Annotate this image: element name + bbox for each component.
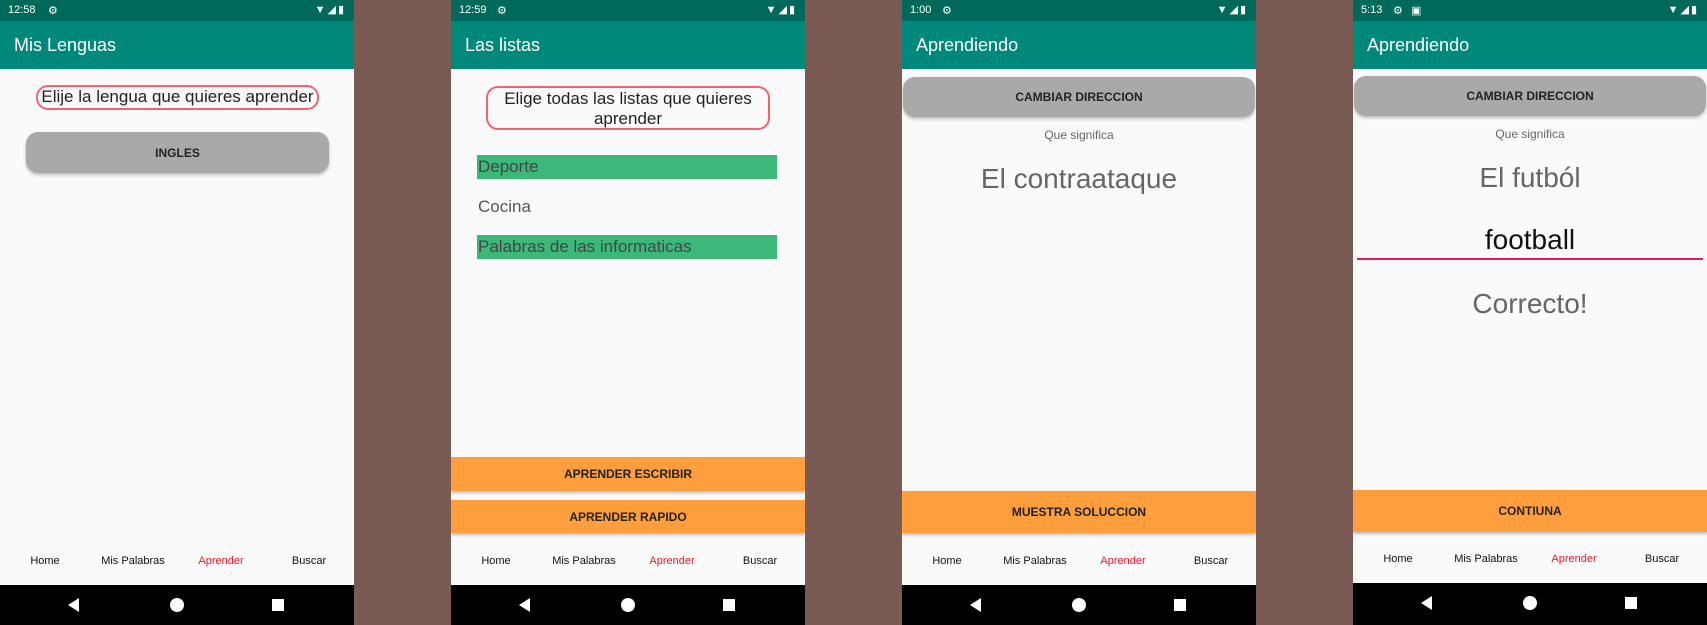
result-text: Correcto! <box>1472 288 1588 319</box>
battery-icon: ▮ <box>1690 4 1699 16</box>
wifi-icon: ▼ <box>765 4 779 16</box>
status-time: 12:58 <box>8 4 36 16</box>
bottom-nav: Home Mis Palabras Aprender Buscar <box>1353 541 1707 583</box>
nav-aprender[interactable]: Aprender <box>177 555 265 567</box>
list-item-deporte[interactable]: Deporte <box>477 155 777 179</box>
cambiar-direccion-button[interactable]: CAMBIAR DIRECCION <box>903 77 1255 117</box>
home-icon[interactable] <box>1523 596 1537 610</box>
nav-aprender[interactable]: Aprender <box>1079 555 1167 567</box>
nav-home[interactable]: Home <box>1 555 89 567</box>
status-bar: 1:00 ⚙ ▼◢▮ <box>902 0 1256 21</box>
language-button-ingles[interactable]: INGLES <box>26 132 329 173</box>
app-bar-title: Las listas <box>465 35 541 55</box>
status-icons: ▼◢▮ <box>1668 3 1699 16</box>
home-icon[interactable] <box>1072 598 1086 612</box>
battery-icon: ▮ <box>788 4 797 16</box>
word-to-translate: El futból <box>1479 162 1581 193</box>
signal-icon: ◢ <box>1680 4 1691 16</box>
signal-icon: ◢ <box>778 4 789 16</box>
nav-mis-palabras[interactable]: Mis Palabras <box>1442 553 1530 565</box>
language-prompt: Elije la lengua que quieres aprender <box>36 85 319 110</box>
bottom-nav: Home Mis Palabras Aprender Buscar <box>0 543 354 585</box>
app-bar-title: Mis Lenguas <box>14 35 117 55</box>
list-item-informaticas[interactable]: Palabras de las informaticas <box>477 235 777 259</box>
word-to-translate: El contraataque <box>980 163 1178 194</box>
muestra-solucion-button[interactable]: MUESTRA SOLUCCION <box>902 491 1256 533</box>
settings-gear-icon: ⚙ <box>942 5 952 17</box>
nav-buscar[interactable]: Buscar <box>1618 553 1706 565</box>
battery-icon: ▮ <box>1239 4 1248 16</box>
question-label: Que significa <box>1044 128 1114 142</box>
status-icons: ▼◢▮ <box>766 3 797 16</box>
recents-icon[interactable] <box>1625 597 1637 609</box>
wifi-icon: ▼ <box>1216 4 1230 16</box>
home-icon[interactable] <box>621 598 635 612</box>
nav-buscar[interactable]: Buscar <box>1167 555 1255 567</box>
nav-home[interactable]: Home <box>1354 553 1442 565</box>
status-bar: 12:59 ⚙ ▼◢▮ <box>451 0 805 21</box>
continua-button[interactable]: CONTIUNA <box>1353 490 1707 532</box>
app-bar-title: Aprendiendo <box>1367 35 1470 55</box>
settings-gear-icon: ⚙ <box>48 5 58 17</box>
recents-icon[interactable] <box>272 599 284 611</box>
wifi-icon: ▼ <box>1667 4 1681 16</box>
phone-screen-lists: 12:59 ⚙ ▼◢▮ Las listas Elige todas las l… <box>451 0 805 625</box>
battery-icon: ▮ <box>337 4 346 16</box>
answer-input[interactable] <box>1357 222 1703 260</box>
app-bar: Aprendiendo <box>902 21 1256 69</box>
back-icon[interactable] <box>1421 596 1432 610</box>
app-bar: Mis Lenguas <box>0 21 354 69</box>
system-nav-bar <box>451 585 805 625</box>
back-icon[interactable] <box>970 598 981 612</box>
back-icon[interactable] <box>68 598 79 612</box>
status-bar: 5:13 ⚙ ▣ ▼◢▮ <box>1353 0 1707 21</box>
nav-mis-palabras[interactable]: Mis Palabras <box>540 555 628 567</box>
notification-icon: ▣ <box>1411 5 1422 17</box>
app-bar: Aprendiendo <box>1353 21 1707 69</box>
nav-buscar[interactable]: Buscar <box>265 555 353 567</box>
list-item-cocina[interactable]: Cocina <box>477 195 777 219</box>
aprender-rapido-button[interactable]: APRENDER RAPIDO <box>451 500 805 533</box>
lists-prompt: Elige todas las listas que quieres apren… <box>486 86 770 130</box>
status-time: 12:59 <box>459 4 487 16</box>
signal-icon: ◢ <box>1229 4 1240 16</box>
status-icons: ▼◢▮ <box>315 3 346 16</box>
nav-buscar[interactable]: Buscar <box>716 555 804 567</box>
nav-mis-palabras[interactable]: Mis Palabras <box>89 555 177 567</box>
bottom-nav: Home Mis Palabras Aprender Buscar <box>451 543 805 585</box>
nav-home[interactable]: Home <box>903 555 991 567</box>
nav-aprender[interactable]: Aprender <box>1530 553 1618 565</box>
home-icon[interactable] <box>170 598 184 612</box>
cambiar-direccion-button[interactable]: CAMBIAR DIRECCION <box>1354 76 1706 116</box>
app-bar: Las listas <box>451 21 805 69</box>
status-bar: 12:58 ⚙ ▼◢▮ <box>0 0 354 21</box>
recents-icon[interactable] <box>1174 599 1186 611</box>
bottom-nav: Home Mis Palabras Aprender Buscar <box>902 543 1256 585</box>
nav-home[interactable]: Home <box>452 555 540 567</box>
phone-screen-learning: 1:00 ⚙ ▼◢▮ Aprendiendo CAMBIAR DIRECCION… <box>902 0 1256 625</box>
recents-icon[interactable] <box>723 599 735 611</box>
aprender-escribir-button[interactable]: APRENDER ESCRIBIR <box>451 457 805 491</box>
system-nav-bar <box>1353 583 1707 625</box>
app-bar-title: Aprendiendo <box>916 35 1019 55</box>
status-time: 5:13 <box>1361 4 1383 16</box>
nav-aprender[interactable]: Aprender <box>628 555 716 567</box>
back-icon[interactable] <box>519 598 530 612</box>
settings-gear-icon: ⚙ <box>497 5 507 17</box>
signal-icon: ◢ <box>327 4 338 16</box>
phone-screen-correct-answer: 5:13 ⚙ ▣ ▼◢▮ Aprendiendo CAMBIAR DIRECCI… <box>1353 0 1707 625</box>
nav-mis-palabras[interactable]: Mis Palabras <box>991 555 1079 567</box>
question-label: Que significa <box>1495 127 1565 141</box>
status-icons: ▼◢▮ <box>1217 3 1248 16</box>
wifi-icon: ▼ <box>314 4 328 16</box>
settings-gear-icon: ⚙ <box>1393 5 1403 17</box>
system-nav-bar <box>0 585 354 625</box>
status-time: 1:00 <box>910 4 932 16</box>
system-nav-bar <box>902 585 1256 625</box>
phone-screen-languages: 12:58 ⚙ ▼◢▮ Mis Lenguas Elije la lengua … <box>0 0 354 625</box>
